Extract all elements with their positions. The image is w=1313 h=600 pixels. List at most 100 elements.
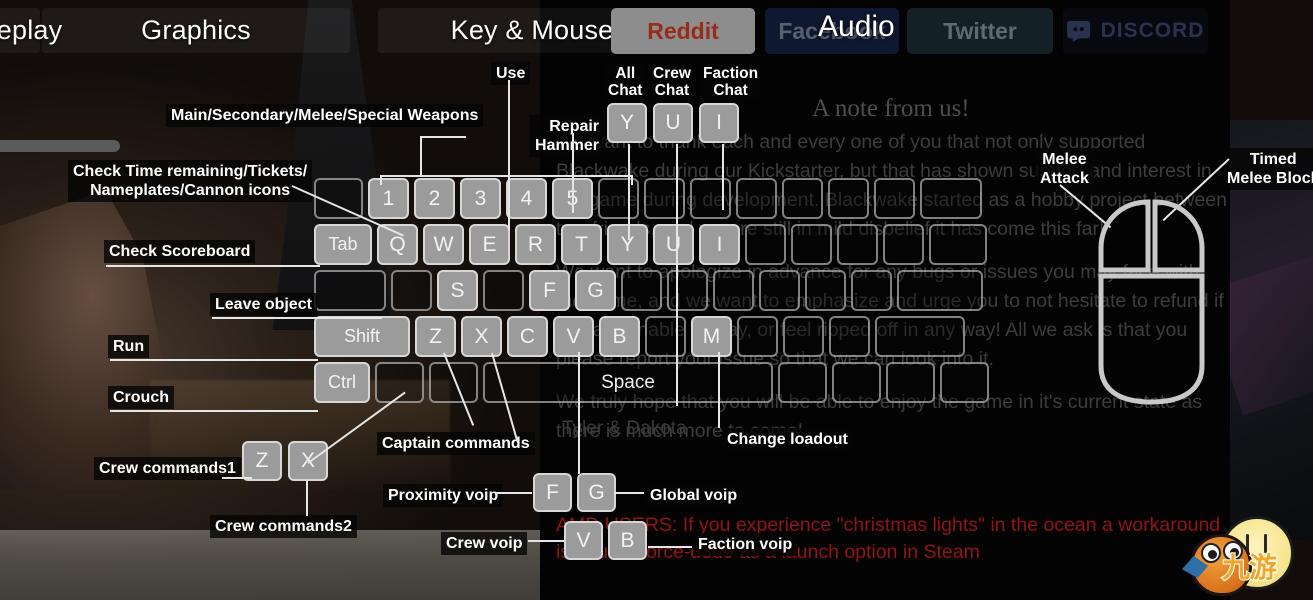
twitter-button[interactable]: Twitter <box>907 8 1053 54</box>
tab-gameplay[interactable]: Gameplay <box>0 8 62 53</box>
tab-audio[interactable]: Audio <box>818 10 895 44</box>
key-B[interactable]: B <box>599 316 640 357</box>
key-S[interactable]: S <box>437 270 478 311</box>
key-blank-r1-c13[interactable] <box>929 224 987 265</box>
mouse-body <box>1098 273 1205 405</box>
key-4[interactable]: 4 <box>506 178 547 219</box>
key-blank-r1-c12[interactable] <box>883 224 924 265</box>
key-W[interactable]: W <box>423 224 464 265</box>
key-U[interactable]: U <box>653 224 694 265</box>
key-blank-r4-c5[interactable] <box>832 362 881 403</box>
key-Z-crew[interactable]: Z <box>242 441 282 481</box>
key-blank-r2-c11[interactable] <box>851 270 892 311</box>
key-blank-r2-c3[interactable] <box>483 270 524 311</box>
key-Z[interactable]: Z <box>415 316 456 357</box>
key-F[interactable]: F <box>529 270 570 311</box>
discord-button[interactable]: DISCORD <box>1063 8 1208 54</box>
key-T[interactable]: T <box>561 224 602 265</box>
keyboard-row-1: 12345 <box>314 178 989 219</box>
key-blank-r2-c12[interactable] <box>897 270 983 311</box>
key-V[interactable]: V <box>553 316 594 357</box>
key-blank-r2-c7[interactable] <box>667 270 708 311</box>
key-blank-r4-c2[interactable] <box>429 362 478 403</box>
reddit-button[interactable]: Reddit <box>611 8 755 54</box>
key-blank-r2-c8[interactable] <box>713 270 754 311</box>
key-2[interactable]: 2 <box>414 178 455 219</box>
key-Q[interactable]: Q <box>377 224 418 265</box>
keyboard-row-2: Tab Q W E R T Y U I <box>314 224 989 265</box>
key-blank-r0-c11[interactable] <box>828 178 869 219</box>
crew-chat-caption-line1: Crew <box>653 65 691 82</box>
key-3[interactable]: 3 <box>460 178 501 219</box>
crew-chat-caption: Crew Chat <box>650 64 694 100</box>
key-G-voip[interactable]: G <box>577 473 616 512</box>
mouse-right-button <box>1152 199 1205 273</box>
key-M[interactable]: M <box>691 316 732 357</box>
key-blank-r3-c8[interactable] <box>737 316 778 357</box>
key-blank-r3-c11[interactable] <box>875 316 965 357</box>
key-I[interactable]: I <box>699 224 740 265</box>
crew-commands-key-cluster: Z X <box>242 441 328 481</box>
key-blank-r4-c6[interactable] <box>886 362 935 403</box>
key-G[interactable]: G <box>575 270 616 311</box>
key-blank-r2-c10[interactable] <box>805 270 846 311</box>
key-blank-r0-c7[interactable] <box>644 178 685 219</box>
key-X[interactable]: X <box>461 316 502 357</box>
callout-timed-melee-block-line1: Timed <box>1249 151 1297 168</box>
key-blank-r3-c10[interactable] <box>829 316 870 357</box>
key-B-voip[interactable]: B <box>608 521 647 560</box>
callout-repair-hammer-line1: Repair <box>549 118 600 135</box>
key-C[interactable]: C <box>507 316 548 357</box>
key-R[interactable]: R <box>515 224 556 265</box>
key-U-chat[interactable]: U <box>653 103 693 143</box>
key-blank-r4-c4[interactable] <box>778 362 827 403</box>
key-1[interactable]: 1 <box>368 178 409 219</box>
tab-graphics-label: Graphics <box>141 15 251 45</box>
discord-icon <box>1066 20 1093 42</box>
key-V-voip[interactable]: V <box>564 521 603 560</box>
key-blank-r2-c6[interactable] <box>621 270 662 311</box>
key-blank-r2-c0[interactable] <box>314 270 386 311</box>
tab-key-and-mouse-label: Key & Mouse <box>450 15 614 45</box>
key-blank-r0-c13[interactable] <box>920 178 982 219</box>
key-Y-chat[interactable]: Y <box>607 103 647 143</box>
leader-crew-chat <box>676 144 678 406</box>
key-blank-r1-c11[interactable] <box>837 224 878 265</box>
key-blank-r1-c10[interactable] <box>791 224 832 265</box>
mouse-diagram <box>1085 190 1217 412</box>
callout-melee-attack: Melee Attack <box>1035 148 1094 190</box>
callout-faction-voip: Faction voip <box>693 533 798 556</box>
tab-graphics[interactable]: Graphics <box>42 8 350 53</box>
watermark-text: 九游 <box>1221 550 1278 585</box>
key-F-voip[interactable]: F <box>533 473 572 512</box>
key-Ctrl[interactable]: Ctrl <box>314 362 370 403</box>
key-I-chat[interactable]: I <box>699 103 739 143</box>
key-blank-r4-c7[interactable] <box>940 362 989 403</box>
leader-weapons-stem <box>420 136 422 176</box>
callout-timed-melee-block: Timed Melee Block <box>1222 148 1313 190</box>
key-E[interactable]: E <box>469 224 510 265</box>
callout-check-time-line1: Check Time remaining/Tickets/ <box>73 163 308 180</box>
key-blank-r0-c12[interactable] <box>874 178 915 219</box>
key-blank-r1-c9[interactable] <box>745 224 786 265</box>
key-blank-r3-c9[interactable] <box>783 316 824 357</box>
key-blank-r0-c9[interactable] <box>736 178 777 219</box>
mouse-left-button <box>1098 199 1151 273</box>
leader-crouch <box>110 410 318 412</box>
callout-melee-attack-line1: Melee <box>1042 151 1087 168</box>
key-Tab[interactable]: Tab <box>314 224 372 265</box>
leader-m-loadout <box>718 352 720 428</box>
key-Shift[interactable]: Shift <box>314 316 410 357</box>
key-blank-r2-c9[interactable] <box>759 270 800 311</box>
chat-key-cluster: Y U I <box>607 103 739 143</box>
key-blank-r0-c8[interactable] <box>690 178 731 219</box>
keyboard-row-3: S FG <box>314 270 989 311</box>
key-Space[interactable]: Space <box>483 362 773 403</box>
key-blank-r3-c6[interactable] <box>645 316 686 357</box>
key-blank-r2-c1[interactable] <box>391 270 432 311</box>
watermark-logo: 九游 <box>1182 512 1308 600</box>
faction-chat-caption: Faction Chat <box>700 64 762 100</box>
keyboard: 12345 TabQWERTYUI S FG ShiftZXCVB M Ctrl Space <box>314 178 989 408</box>
key-blank-r0-c10[interactable] <box>782 178 823 219</box>
settings-slider[interactable] <box>0 140 120 152</box>
